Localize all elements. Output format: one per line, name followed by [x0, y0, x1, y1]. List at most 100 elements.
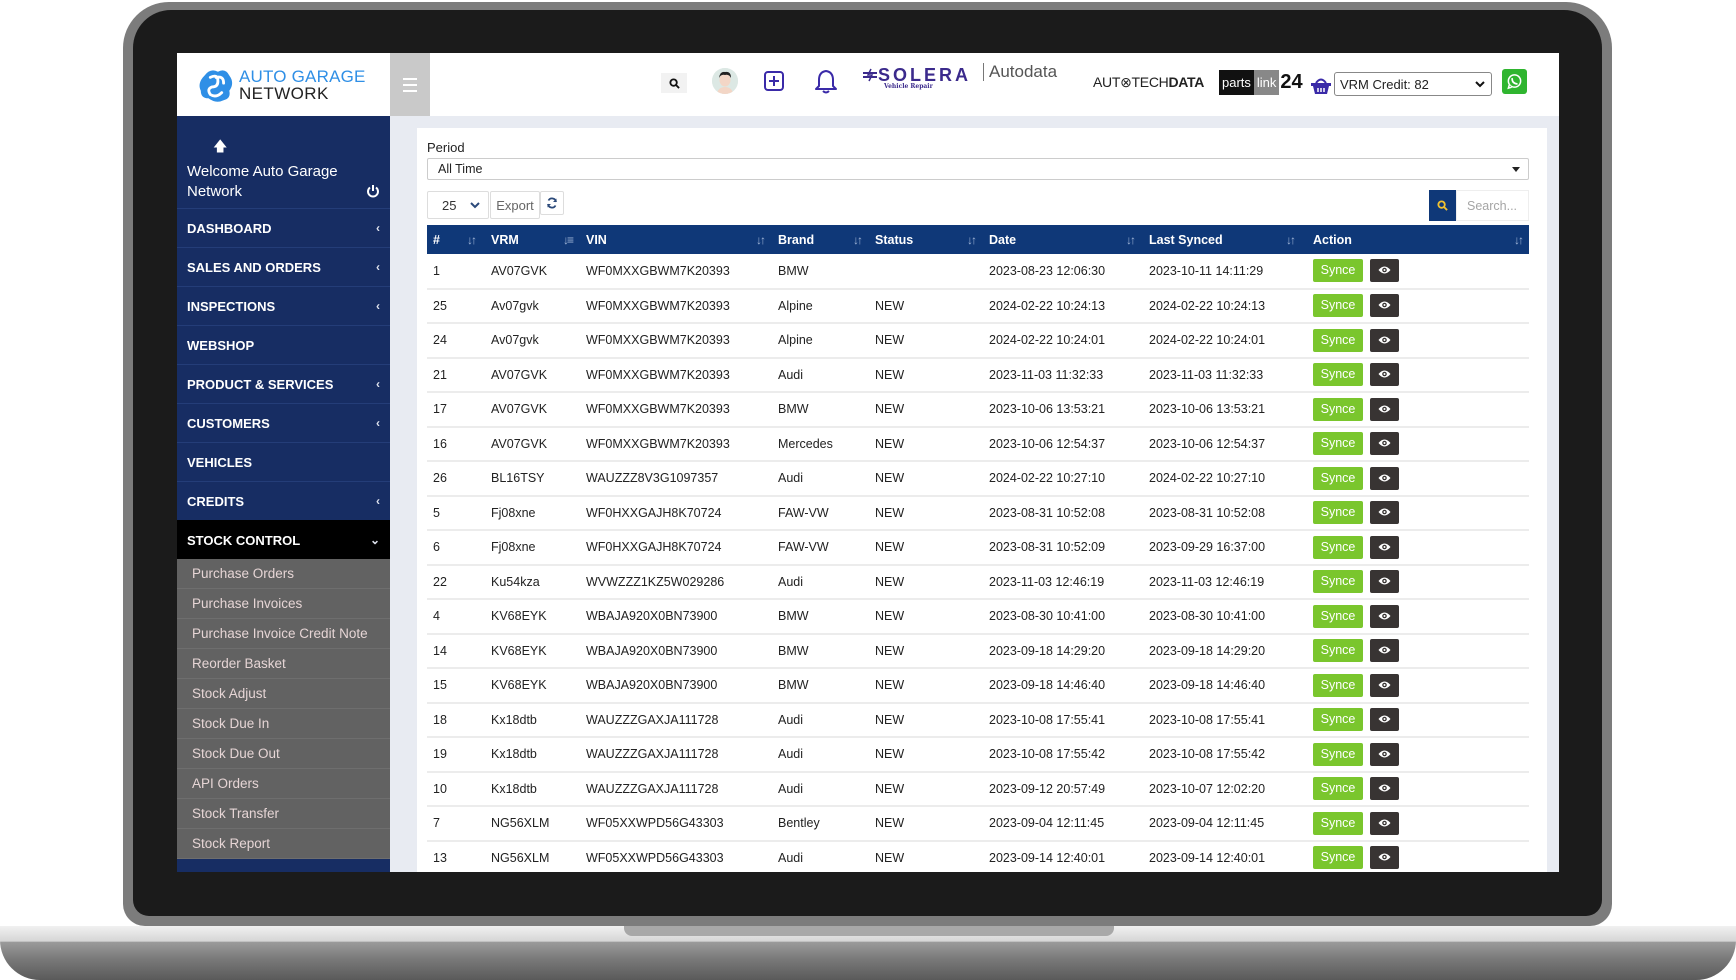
- sidebar-item-stock-control[interactable]: STOCK CONTROL ⌄: [177, 520, 390, 559]
- view-button[interactable]: [1370, 673, 1399, 697]
- synce-button[interactable]: Synce: [1313, 604, 1363, 628]
- submenu-item-reorder-basket[interactable]: Reorder Basket: [177, 649, 390, 679]
- cell-status: NEW: [875, 712, 905, 727]
- sidebar-item-webshop[interactable]: WEBSHOP: [177, 325, 390, 364]
- view-button[interactable]: [1370, 259, 1399, 283]
- view-button[interactable]: [1370, 604, 1399, 628]
- submenu-item-api-orders[interactable]: API Orders: [177, 769, 390, 799]
- submenu-item-purchase-orders[interactable]: Purchase Orders: [177, 559, 390, 589]
- column-header-vrm[interactable]: VRM ↓≡: [482, 225, 579, 254]
- submenu-item-stock-report[interactable]: Stock Report: [177, 829, 390, 859]
- column-header-action[interactable]: Action ↓↑: [1301, 225, 1529, 254]
- sidebar-item-vehicles[interactable]: VEHICLES: [177, 442, 390, 481]
- sort-icon[interactable]: ↓↑: [1126, 233, 1136, 247]
- submenu-item-stock-due-out[interactable]: Stock Due Out: [177, 739, 390, 769]
- search-input[interactable]: [1456, 190, 1529, 221]
- period-select[interactable]: All Time: [427, 158, 1529, 180]
- sidebar-item-customers[interactable]: CUSTOMERS ‹: [177, 403, 390, 442]
- synce-button[interactable]: Synce: [1313, 294, 1363, 318]
- cell-id: 13: [433, 850, 447, 865]
- synce-button[interactable]: Synce: [1313, 259, 1363, 283]
- synce-button[interactable]: Synce: [1313, 742, 1363, 766]
- sort-icon[interactable]: ↓↑: [967, 233, 977, 247]
- submenu-item-stock-due-in[interactable]: Stock Due In: [177, 709, 390, 739]
- view-button[interactable]: [1370, 777, 1399, 801]
- view-button[interactable]: [1370, 466, 1399, 490]
- autotechdata-logo[interactable]: AUT⊗TECHDATA: [1093, 74, 1204, 91]
- column-header-brand[interactable]: Brand ↓↑: [771, 225, 868, 254]
- synce-button[interactable]: Synce: [1313, 777, 1363, 801]
- view-button[interactable]: [1370, 639, 1399, 663]
- synce-button[interactable]: Synce: [1313, 466, 1363, 490]
- synce-button[interactable]: Synce: [1313, 708, 1363, 732]
- submenu-item-stock-adjust[interactable]: Stock Adjust: [177, 679, 390, 709]
- logo[interactable]: AUTO GARAGE NETWORK: [177, 53, 390, 116]
- user-avatar[interactable]: [712, 68, 738, 94]
- sort-icon[interactable]: ↓↑: [467, 233, 477, 247]
- view-button[interactable]: [1370, 742, 1399, 766]
- sort-asc-icon[interactable]: ↓≡: [563, 233, 574, 247]
- refresh-button[interactable]: [540, 191, 564, 215]
- synce-button[interactable]: Synce: [1313, 673, 1363, 697]
- view-button[interactable]: [1370, 501, 1399, 525]
- export-button[interactable]: Export: [490, 191, 540, 219]
- basket-button[interactable]: [1310, 75, 1332, 95]
- vrm-credit-select[interactable]: VRM Credit: 82: [1334, 72, 1492, 96]
- logo-line2: NETWORK: [239, 83, 329, 103]
- view-button[interactable]: [1370, 811, 1399, 835]
- view-button[interactable]: [1370, 535, 1399, 559]
- submenu-item-purchase-invoice-credit-note[interactable]: Purchase Invoice Credit Note: [177, 619, 390, 649]
- synce-button[interactable]: Synce: [1313, 846, 1363, 870]
- view-button[interactable]: [1370, 846, 1399, 870]
- sidebar-item-credits[interactable]: CREDITS ‹: [177, 481, 390, 520]
- synce-button[interactable]: Synce: [1313, 328, 1363, 352]
- cell-last-synced: 2023-09-18 14:46:40: [1149, 678, 1266, 693]
- column-header-status[interactable]: Status ↓↑: [868, 225, 982, 254]
- sidebar-item-product-services[interactable]: PRODUCT & SERVICES ‹: [177, 364, 390, 403]
- column-header-id[interactable]: # ↓↑: [427, 225, 482, 254]
- sidebar-item-inspections[interactable]: INSPECTIONS ‹: [177, 286, 390, 325]
- view-button[interactable]: [1370, 363, 1399, 387]
- sort-icon[interactable]: ↓↑: [1514, 233, 1524, 247]
- view-button[interactable]: [1370, 432, 1399, 456]
- power-icon[interactable]: [366, 184, 380, 198]
- solera-logo[interactable]: SOLERA Vehicle Repair: [862, 65, 971, 91]
- autodata-logo[interactable]: Autodata: [983, 63, 1057, 81]
- sort-icon[interactable]: ↓↑: [1286, 233, 1296, 247]
- menu-toggle-button[interactable]: [390, 53, 430, 116]
- column-header-last-synced[interactable]: Last Synced ↓↑: [1141, 225, 1301, 254]
- submenu-item-stock-transfer[interactable]: Stock Transfer: [177, 799, 390, 829]
- search-submit-button[interactable]: [1429, 190, 1456, 221]
- notifications-button[interactable]: [813, 67, 839, 95]
- eye-icon: [1378, 474, 1391, 482]
- synce-button[interactable]: Synce: [1313, 570, 1363, 594]
- view-button[interactable]: [1370, 328, 1399, 352]
- laptop-notch: [624, 926, 1114, 936]
- submenu-item-purchase-invoices[interactable]: Purchase Invoices: [177, 589, 390, 619]
- top-bar: AUTO GARAGE NETWORK SOLERA Vehicle Repai…: [177, 53, 1559, 116]
- sidebar-item-sales-and-orders[interactable]: SALES AND ORDERS ‹: [177, 247, 390, 286]
- bell-icon: [815, 70, 837, 94]
- autotech-prefix: AUT: [1093, 74, 1121, 90]
- synce-button[interactable]: Synce: [1313, 397, 1363, 421]
- column-header-vin[interactable]: VIN ↓↑: [579, 225, 771, 254]
- sort-icon[interactable]: ↓↑: [756, 233, 766, 247]
- column-header-date[interactable]: Date ↓↑: [982, 225, 1141, 254]
- synce-button[interactable]: Synce: [1313, 501, 1363, 525]
- sidebar-item-dashboard[interactable]: DASHBOARD ‹: [177, 208, 390, 247]
- page-size-select[interactable]: 25: [427, 191, 489, 219]
- partslink24-logo[interactable]: parts link 24: [1219, 67, 1303, 97]
- synce-button[interactable]: Synce: [1313, 535, 1363, 559]
- view-button[interactable]: [1370, 570, 1399, 594]
- sort-icon[interactable]: ↓↑: [853, 233, 863, 247]
- search-button[interactable]: [661, 73, 687, 93]
- add-button[interactable]: [762, 69, 786, 93]
- view-button[interactable]: [1370, 708, 1399, 732]
- view-button[interactable]: [1370, 294, 1399, 318]
- synce-button[interactable]: Synce: [1313, 363, 1363, 387]
- whatsapp-button[interactable]: [1502, 69, 1527, 94]
- synce-button[interactable]: Synce: [1313, 639, 1363, 663]
- synce-button[interactable]: Synce: [1313, 432, 1363, 456]
- view-button[interactable]: [1370, 397, 1399, 421]
- synce-button[interactable]: Synce: [1313, 811, 1363, 835]
